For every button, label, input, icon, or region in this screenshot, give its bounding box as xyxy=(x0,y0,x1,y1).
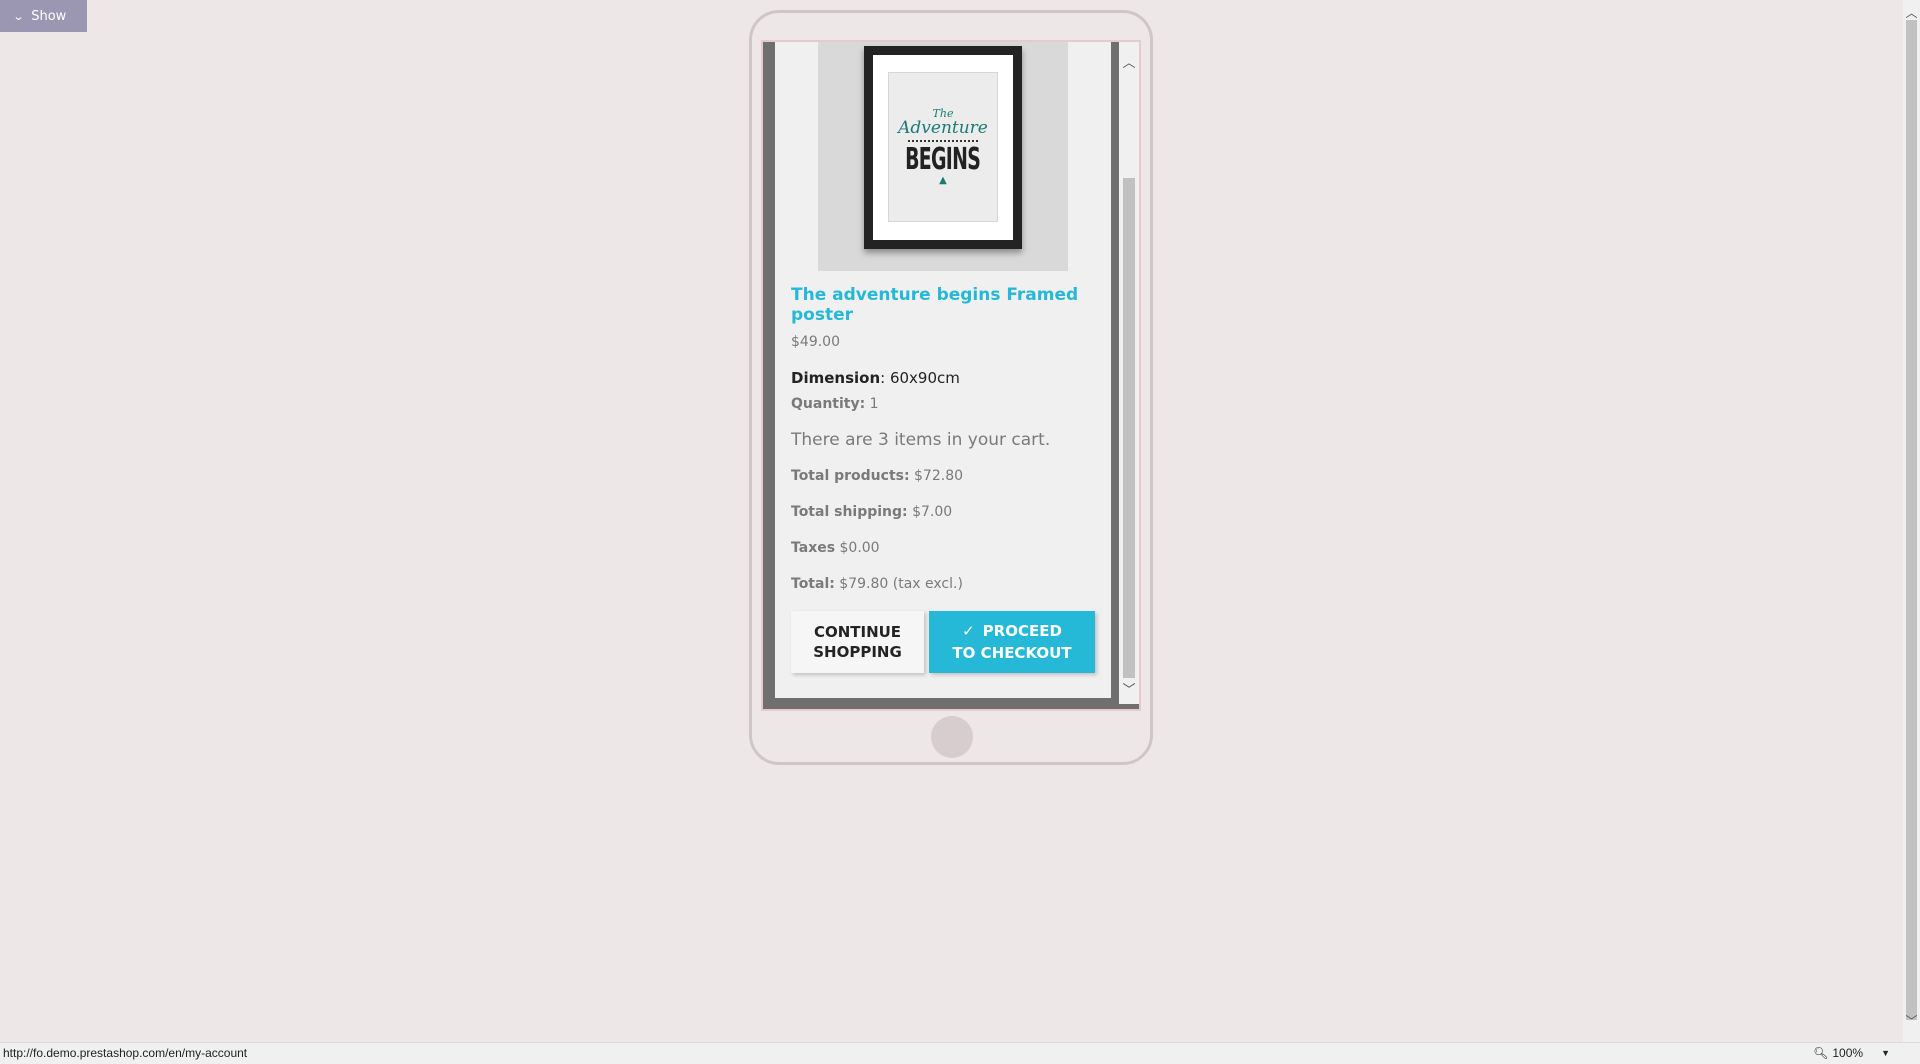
product-price: $49.00 xyxy=(791,334,840,350)
product-title[interactable]: The adventure begins Framed poster xyxy=(791,285,1091,325)
chevron-down-icon: ⌄ xyxy=(12,9,25,23)
show-toolbar-button[interactable]: ⌄ Show xyxy=(0,0,87,32)
scroll-up-icon[interactable]: ︿ xyxy=(1119,52,1139,71)
product-image: The Adventure BEGINS ▲ xyxy=(818,42,1068,271)
chevron-down-icon: ▼ xyxy=(1881,1048,1890,1058)
page-scrollbar-thumb[interactable] xyxy=(1906,20,1917,1020)
product-dimension: Dimension: 60x90cm xyxy=(791,369,960,387)
modal-scrollbar-thumb[interactable] xyxy=(1123,178,1135,678)
cart-total: Total: $79.80 (tax excl.) xyxy=(791,576,963,592)
proceed-to-checkout-button[interactable]: ✓ PROCEED TO CHECKOUT xyxy=(929,611,1095,673)
total-products: Total products: $72.80 xyxy=(791,468,964,484)
scroll-down-icon[interactable]: ﹀ xyxy=(1119,679,1139,698)
product-quantity: Quantity: 1 xyxy=(791,396,879,412)
tent-icon: ▲ xyxy=(939,175,947,187)
poster-frame: The Adventure BEGINS ▲ xyxy=(864,46,1022,249)
page-scroll-up-icon[interactable]: ︿ xyxy=(1903,4,1920,21)
cart-modal: The Adventure BEGINS ▲ The adventure beg… xyxy=(775,42,1111,698)
continue-shopping-button[interactable]: CONTINUE SHOPPING xyxy=(791,611,924,673)
page-scroll-down-icon[interactable]: ﹀ xyxy=(1903,1012,1920,1029)
show-label: Show xyxy=(31,8,67,24)
zoom-control[interactable]: 🔍︎ 100% ▼ xyxy=(1813,1046,1890,1060)
poster-art: The Adventure BEGINS ▲ xyxy=(888,72,998,222)
zoom-level: 100% xyxy=(1832,1046,1864,1060)
cart-item-count: There are 3 items in your cart. xyxy=(791,430,1051,450)
total-shipping: Total shipping: $7.00 xyxy=(791,504,953,520)
status-url: http://fo.demo.prestashop.com/en/my-acco… xyxy=(3,1046,248,1060)
page-scrollbar[interactable]: ︿ ﹀ xyxy=(1903,0,1920,1042)
status-bar: http://fo.demo.prestashop.com/en/my-acco… xyxy=(0,1042,1920,1064)
taxes: Taxes $0.00 xyxy=(791,540,880,556)
tablet-home-button xyxy=(931,716,973,758)
magnifier-icon: 🔍︎ xyxy=(1813,1046,1829,1060)
modal-scrollbar[interactable]: ︿ ﹀ xyxy=(1119,42,1139,704)
check-icon: ✓ xyxy=(962,622,975,640)
